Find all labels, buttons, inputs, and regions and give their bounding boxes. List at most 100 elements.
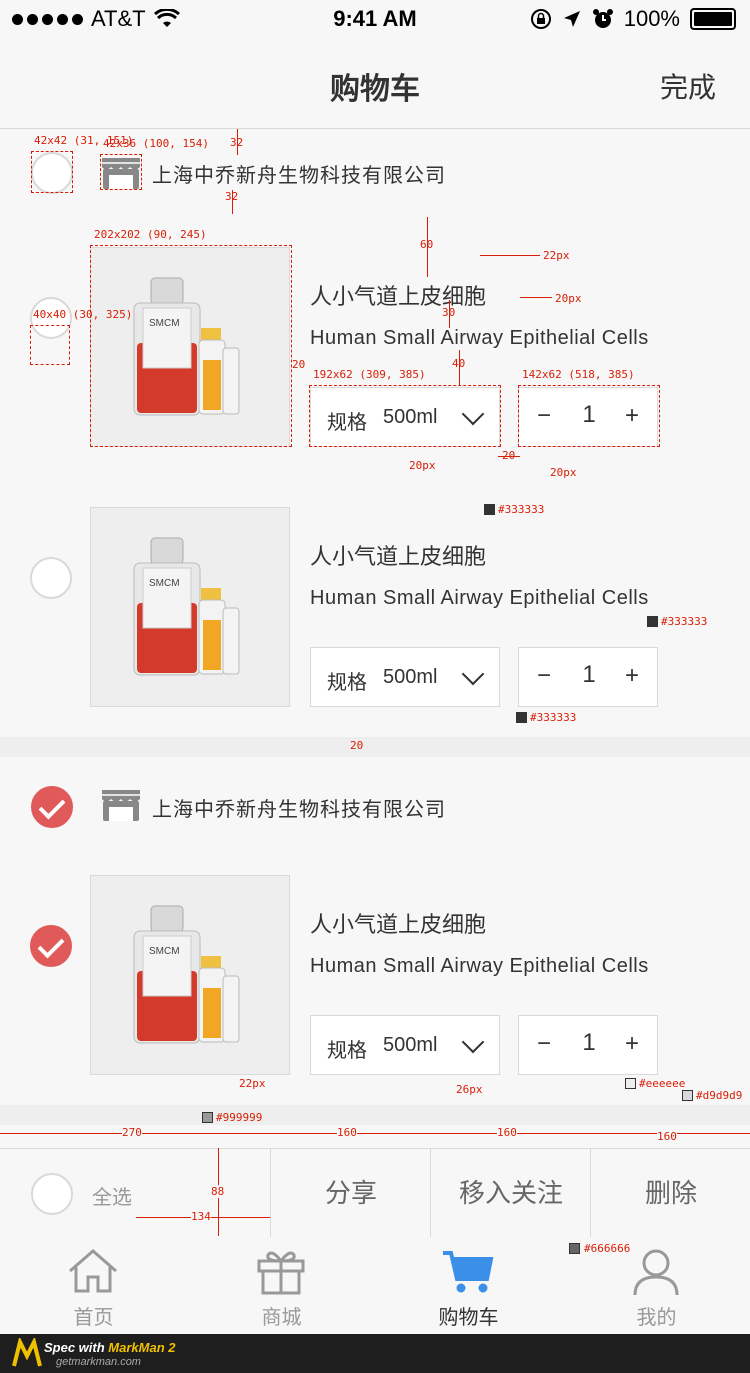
tab-label: 商城: [261, 1307, 302, 1329]
tab-label: 首页: [73, 1307, 114, 1329]
item-select-radio[interactable]: [30, 925, 72, 967]
bottle-label: SMCM: [149, 578, 180, 589]
markman-logo-icon: [12, 1338, 42, 1367]
move-to-favorites-button[interactable]: 移入关注: [430, 1149, 591, 1237]
battery-percent: 100%: [623, 6, 680, 31]
ann-label: 270: [122, 1126, 142, 1139]
item-title: 人小气道上皮细胞: [310, 544, 487, 569]
ann-label: 192x62 (309, 385): [313, 368, 426, 381]
share-button[interactable]: 分享: [270, 1149, 431, 1237]
quantity-stepper: − 1 +: [518, 1015, 658, 1075]
item-select-radio[interactable]: [30, 557, 72, 599]
ann-box: [309, 385, 501, 447]
tab-home[interactable]: 首页: [0, 1237, 187, 1334]
delete-button[interactable]: 删除: [590, 1149, 750, 1237]
ann-line: [520, 297, 552, 298]
ann-swatch: [625, 1078, 636, 1089]
shop-select-radio[interactable]: [31, 786, 73, 828]
ann-label: 20px: [409, 459, 436, 472]
spec-selector[interactable]: 规格 500ml: [310, 1015, 500, 1075]
ann-swatch: [202, 1112, 213, 1123]
ann-label: 20: [292, 358, 306, 371]
spec-value: 500ml: [383, 1034, 438, 1056]
ann-box: [90, 245, 292, 447]
section-gap: [0, 737, 750, 757]
item-title: 人小气道上皮细胞: [310, 284, 487, 309]
item-subtitle: Human Small Airway Epithelial Cells: [310, 587, 649, 609]
ann-label: #333333: [498, 503, 545, 516]
ann-label: 26px: [456, 1083, 483, 1096]
ann-label: 42x36 (100, 154): [103, 137, 209, 150]
ann-label: 20: [502, 449, 516, 462]
tab-label: 我的: [636, 1307, 677, 1329]
spec-value: 500ml: [383, 666, 438, 688]
product-bottle-illustration: [133, 905, 240, 1044]
increase-button[interactable]: +: [617, 1030, 647, 1058]
location-icon: [563, 11, 580, 27]
user-icon: [633, 1249, 679, 1295]
ann-label: 60: [420, 238, 434, 251]
spec-label: 规格: [327, 672, 367, 694]
spec-label: 规格: [327, 1040, 367, 1062]
page-title: 购物车: [330, 73, 420, 106]
section-gap: [0, 1105, 750, 1125]
ann-label: #333333: [530, 711, 577, 724]
battery-icon: [690, 8, 736, 30]
item-subtitle: Human Small Airway Epithelial Cells: [310, 327, 649, 349]
ann-label: 32: [230, 136, 244, 149]
ann-label: 160: [657, 1130, 677, 1143]
rotation-lock-icon: [530, 9, 551, 29]
select-all-label[interactable]: 全选: [92, 1181, 132, 1210]
shop-name: 上海中乔新舟生物科技有限公司: [152, 165, 446, 187]
tab-mall[interactable]: 商城: [188, 1237, 375, 1334]
tab-bar: 首页 商城 购物车 我的: [0, 1237, 750, 1334]
product-bottle-illustration: [133, 537, 240, 676]
ann-label: #666666: [584, 1242, 631, 1255]
ann-label: 134: [191, 1210, 211, 1223]
ann-box: [518, 385, 660, 447]
ann-box: [31, 151, 73, 193]
ann-label: 142x62 (518, 385): [522, 368, 635, 381]
navigation-bar: 购物车 完成: [0, 40, 750, 129]
ann-label: 202x202 (90, 245): [94, 228, 207, 241]
ann-line: [480, 255, 540, 256]
ann-label: 20px: [550, 466, 577, 479]
tab-cart[interactable]: 购物车: [375, 1237, 562, 1334]
ann-label: 20: [350, 739, 364, 752]
ann-label: 160: [497, 1126, 517, 1139]
footer-site: getmarkman.com: [56, 1356, 141, 1368]
home-icon: [69, 1249, 117, 1293]
done-button[interactable]: 完成: [660, 66, 716, 106]
ann-swatch: [484, 504, 495, 515]
store-icon: [102, 790, 140, 821]
ann-label: 22px: [543, 249, 570, 262]
shop-name: 上海中乔新舟生物科技有限公司: [152, 799, 446, 821]
cart-action-bar: 全选 分享 移入关注 删除: [0, 1148, 750, 1238]
product-image[interactable]: SMCM: [90, 875, 290, 1075]
chevron-down-icon: [461, 662, 485, 686]
select-all-radio[interactable]: [31, 1173, 73, 1215]
status-right: 100%: [530, 6, 736, 32]
ann-label: #333333: [661, 615, 708, 628]
ann-swatch: [647, 616, 658, 627]
alarm-icon: [592, 9, 613, 28]
increase-button[interactable]: +: [617, 662, 647, 690]
markman-footer: Spec with MarkMan 2 getmarkman.com: [0, 1334, 750, 1373]
ann-label: 40x40 (30, 325): [33, 308, 133, 321]
ann-label: 20px: [555, 292, 582, 305]
ann-swatch: [569, 1243, 580, 1254]
shop-header: 上海中乔新舟生物科技有限公司: [0, 757, 750, 846]
ann-label: 40: [452, 357, 466, 370]
product-image[interactable]: SMCM: [90, 507, 290, 707]
item-subtitle: Human Small Airway Epithelial Cells: [310, 955, 649, 977]
status-bar: AT&T 9:41 AM 100%: [0, 0, 750, 40]
ann-label: #eeeeee: [639, 1077, 686, 1090]
ann-label: 88: [211, 1185, 225, 1198]
spec-selector[interactable]: 规格 500ml: [310, 647, 500, 707]
bottle-label: SMCM: [149, 946, 180, 957]
cart-item: SMCM 人小气道上皮细胞 Human Small Airway Epithel…: [0, 845, 750, 1106]
gift-icon: [257, 1251, 305, 1295]
ann-swatch: [682, 1090, 693, 1101]
ann-line: [0, 1133, 750, 1134]
ann-box: [30, 325, 70, 365]
